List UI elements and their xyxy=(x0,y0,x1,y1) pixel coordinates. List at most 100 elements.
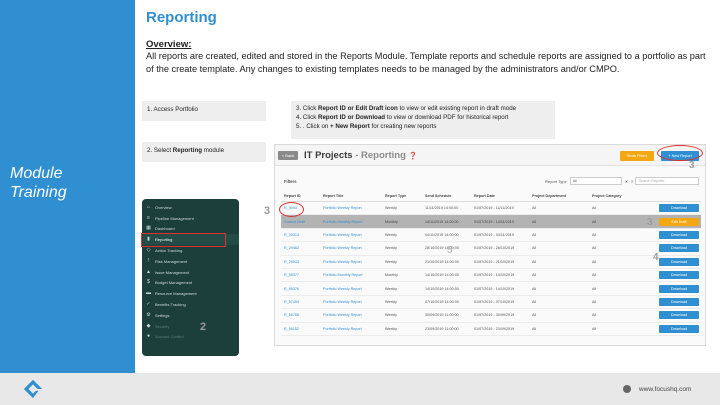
sidebar-item-label: Security xyxy=(155,323,170,329)
download-button[interactable]: Download xyxy=(659,324,699,333)
report-date-cell: 01/07/2019 - 07/10/2019 xyxy=(474,299,515,304)
col-project-category[interactable]: Project Category xyxy=(592,194,647,198)
marker-5-top: 3 xyxy=(689,160,695,171)
sidebar-item-issue[interactable]: ▲ Issue Management xyxy=(142,267,239,278)
report-id-link[interactable]: R_29462 xyxy=(281,246,323,250)
report-title-link[interactable]: Portfolio Weekly Report xyxy=(323,313,385,317)
clear-icon[interactable]: ✕ xyxy=(625,179,628,184)
filters-label: Filters xyxy=(284,178,297,184)
report-type-cell: Weekly xyxy=(385,232,398,237)
report-id-link[interactable]: R_56758 xyxy=(281,313,323,317)
col-report-date[interactable]: Report Date xyxy=(474,194,532,198)
report-date-cell: 01/07/2019 - 14/10/2019 xyxy=(474,286,515,291)
filter-icon[interactable]: ≡ xyxy=(631,179,633,184)
report-title-link[interactable]: Portfolio Weekly Report xyxy=(323,206,385,210)
report-id-link[interactable]: R_56152 xyxy=(281,327,323,331)
report-type-select[interactable]: All xyxy=(569,177,622,185)
report-title-link[interactable]: Portfolio Weekly Report xyxy=(323,246,385,250)
help-icon[interactable]: ❓ xyxy=(409,153,418,160)
col-project-department[interactable]: Project Department xyxy=(532,194,592,198)
sidebar-item-pipeline[interactable]: ≡ Pipeline Management xyxy=(142,213,239,224)
download-button[interactable]: Download xyxy=(659,244,699,253)
download-button[interactable]: Download xyxy=(659,297,699,306)
footer-website: www.focushq.com xyxy=(623,385,691,393)
back-button[interactable]: < Back xyxy=(278,150,298,160)
project-category-cell: All xyxy=(592,286,597,291)
report-date-cell: 01/07/2019 - 14/10/2019 xyxy=(474,273,515,278)
website-text[interactable]: www.focushq.com xyxy=(639,386,691,393)
table-row: R_0004 Portfolio Weekly Report Weekly 11/11… xyxy=(281,202,701,216)
report-title-link[interactable]: Portfolio Weekly Report xyxy=(323,300,385,304)
sidebar-item-overview[interactable]: ⌂ Overview xyxy=(142,202,239,213)
col-report-title[interactable]: Report Title xyxy=(323,194,385,198)
report-id-highlight xyxy=(279,202,304,217)
report-date-cell: 01/07/2019 - 30/09/2019 xyxy=(474,313,515,318)
report-title-link[interactable]: Portfolio Weekly Report xyxy=(323,260,385,264)
sidebar-item-benefits[interactable]: ✓ Benefits Tracking xyxy=(142,299,239,310)
sidebar-item-label: Account Control xyxy=(155,334,184,340)
project-department-cell: All xyxy=(532,286,537,291)
edit-draft-button[interactable]: Edit Draft xyxy=(659,217,699,226)
report-title-link[interactable]: Portfolio Weekly Report xyxy=(323,233,385,237)
sidebar-item-resource[interactable]: ▬ Resource Management xyxy=(142,288,239,299)
resource-icon: ▬ xyxy=(146,290,151,297)
report-title-link[interactable]: Portfolio Weekly Report xyxy=(323,287,385,291)
show-filters-button[interactable]: Show Filters xyxy=(620,151,654,161)
project-department-cell: All xyxy=(532,299,537,304)
step-5-prefix: 5. . Click on xyxy=(296,123,331,130)
security-icon: ◆ xyxy=(146,322,151,329)
sidebar-item-risk[interactable]: ! Risk Management xyxy=(142,256,239,267)
download-button[interactable]: Download xyxy=(659,311,699,320)
report-id-link[interactable]: Current Draft xyxy=(281,220,323,224)
search-input[interactable]: Search Reports... xyxy=(635,177,699,185)
sidebar-item-label: Resource Management xyxy=(155,291,197,297)
report-id-link[interactable]: R_58377 xyxy=(281,273,323,277)
step-2-suffix: module xyxy=(202,147,225,154)
training-label: Training xyxy=(10,184,67,201)
pipeline-icon: ≡ xyxy=(147,214,150,221)
sidebar-item-budget[interactable]: $ Budget Management xyxy=(142,278,239,289)
col-report-type[interactable]: Report Type xyxy=(385,194,425,198)
sidebar-item-label: Benefits Tracking xyxy=(155,302,186,308)
sidebar-item-account-control[interactable]: ● Account Control xyxy=(142,332,239,343)
project-category-cell: All xyxy=(592,232,597,237)
overview-heading: Overview: xyxy=(146,39,192,50)
col-report-id[interactable]: Report ID xyxy=(281,194,323,198)
sidebar-item-security[interactable]: ◆ Security xyxy=(142,321,239,332)
step-2-prefix: 2. Select xyxy=(147,147,173,154)
table-body: R_0004 Portfolio Weekly Report Weekly 11/11… xyxy=(281,202,701,336)
sidebar-item-label: Issue Management xyxy=(155,269,190,275)
title-separator: - xyxy=(352,149,362,161)
send-schedule-cell: 04/11/2019 14:00:00 xyxy=(425,232,459,237)
action-cell: Download xyxy=(647,204,701,213)
download-button[interactable]: Download xyxy=(659,257,699,266)
step-1-text: 1. Access Portfolio xyxy=(147,106,198,113)
marker-5-mid: 5 xyxy=(447,245,453,256)
report-title-link[interactable]: Portfolio Monthly Report xyxy=(323,273,385,277)
project-department-cell: All xyxy=(532,232,537,237)
report-id-link[interactable]: R_29533 xyxy=(281,260,323,264)
download-button[interactable]: Download xyxy=(659,284,699,293)
project-category-cell: All xyxy=(592,246,597,251)
report-type-cell: Weekly xyxy=(385,206,398,211)
project-category-cell: All xyxy=(592,326,597,331)
report-id-link[interactable]: R_58376 xyxy=(281,287,323,291)
report-id-link[interactable]: R_57494 xyxy=(281,300,323,304)
page-title: Reporting xyxy=(146,9,217,26)
report-title-link[interactable]: Portfolio Monthly Report xyxy=(323,220,385,224)
project-category-cell: All xyxy=(592,219,597,224)
step-1-box: 1. Access Portfolio xyxy=(142,101,266,121)
action-cell: Download xyxy=(647,271,701,280)
project-department-cell: All xyxy=(532,246,537,251)
send-schedule-cell: 07/10/2019 14:00:00 xyxy=(425,299,459,304)
issue-icon: ▲ xyxy=(146,268,151,275)
download-button[interactable]: Download xyxy=(659,271,699,280)
report-id-link[interactable]: R_00314 xyxy=(281,233,323,237)
send-schedule-cell: 14/10/2019 14:00:00 xyxy=(425,273,459,278)
col-send-schedule[interactable]: Send Schedule xyxy=(425,194,474,198)
report-type-cell: Weekly xyxy=(385,286,398,291)
sidebar-item-settings[interactable]: ⚙ Settings xyxy=(142,310,239,321)
download-button[interactable]: Download xyxy=(659,204,699,213)
download-button[interactable]: Download xyxy=(659,230,699,239)
report-title-link[interactable]: Portfolio Weekly Report xyxy=(323,327,385,331)
